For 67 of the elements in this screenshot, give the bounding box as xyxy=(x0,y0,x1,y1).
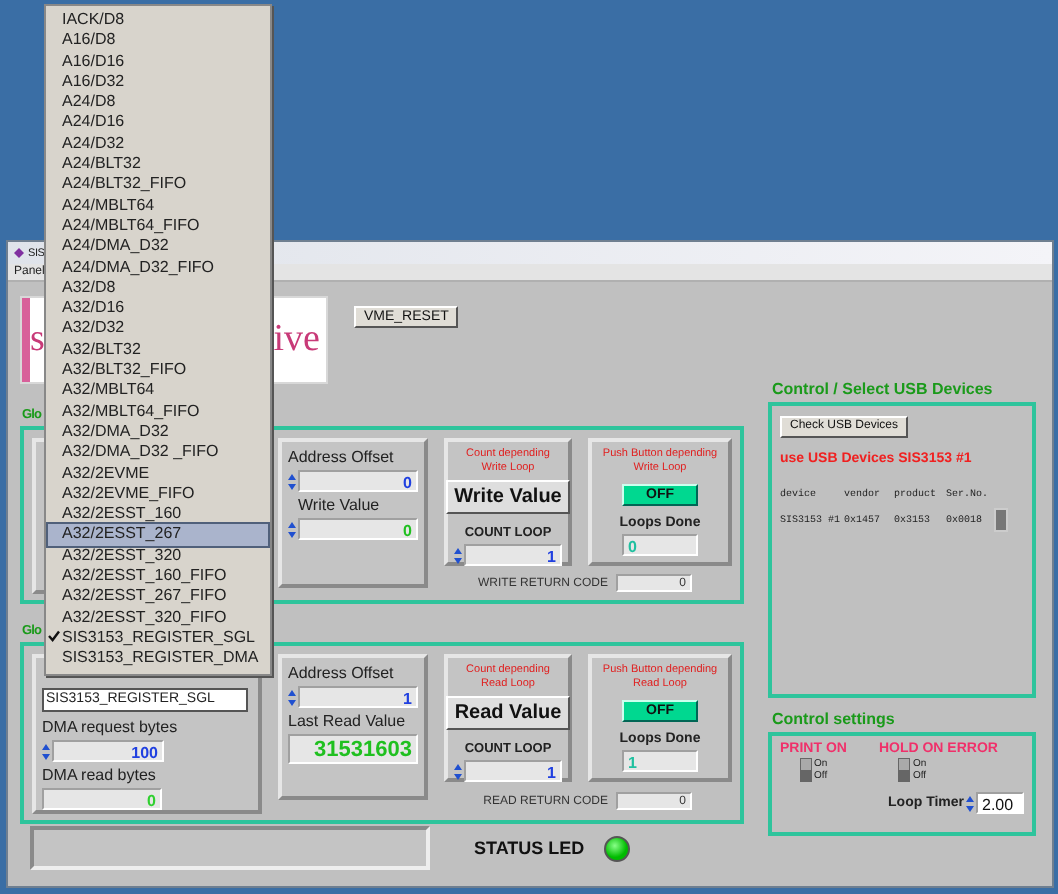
field-label: Address Offset xyxy=(288,448,394,466)
menu-option[interactable]: A32/2ESST_267_FIFO xyxy=(48,586,268,608)
menu-option[interactable]: A32/D16 xyxy=(48,298,268,319)
menu-option[interactable]: A24/BLT32_FIFO xyxy=(48,174,268,196)
numeric-field[interactable]: 1 xyxy=(464,760,562,782)
field-label: DMA read bytes xyxy=(42,766,156,784)
menu-option[interactable]: A32/D8 xyxy=(48,277,268,299)
menu-option[interactable]: A24/DMA_D32 xyxy=(48,236,268,258)
menu-option[interactable]: SIS3153_REGISTER_SGL xyxy=(48,627,268,649)
numeric-field[interactable]: 100 xyxy=(52,740,164,762)
spinner-arrows-icon[interactable] xyxy=(42,741,50,761)
menu-option[interactable]: A24/MBLT64_FIFO xyxy=(48,215,268,237)
menu-option[interactable]: A16/D8 xyxy=(48,30,268,52)
group-title: Control settings xyxy=(772,710,895,728)
field-label: Write Value xyxy=(298,496,380,514)
menu-option[interactable]: A32/MBLT64 xyxy=(48,380,268,402)
logo-text: s xyxy=(30,316,45,364)
toggle-switch[interactable] xyxy=(898,758,911,782)
numeric-field: 0 xyxy=(622,534,698,556)
numeric-field: 1 xyxy=(622,750,698,772)
menu-option[interactable]: IACK/D8 xyxy=(48,10,268,31)
menu-option[interactable]: A32/2ESST_320 xyxy=(48,545,268,567)
menu-option[interactable]: A32/BLT32_FIFO xyxy=(48,360,268,381)
action-button[interactable]: Write Value xyxy=(446,480,570,514)
numeric-field[interactable]: 1 xyxy=(298,686,418,708)
menu-option[interactable]: SIS3153_REGISTER_DMA xyxy=(48,648,268,669)
menu-option[interactable]: A32/2ESST_320_FIFO xyxy=(48,607,268,628)
spinner-arrows-icon[interactable] xyxy=(288,519,296,539)
spinner-arrows-icon[interactable] xyxy=(288,687,296,707)
menu-option[interactable]: A16/D16 xyxy=(48,51,268,72)
spinner-arrows-icon[interactable] xyxy=(454,761,462,781)
action-button[interactable]: Read Value xyxy=(446,696,570,730)
spinner-arrows-icon[interactable] xyxy=(966,793,974,813)
checkmark-icon xyxy=(48,629,60,642)
menu-option[interactable]: A24/BLT32 xyxy=(48,154,268,175)
field-label: Last Read Value xyxy=(288,712,406,730)
scrollbar-icon[interactable] xyxy=(994,508,1008,532)
numeric-field[interactable]: 1 xyxy=(464,544,562,566)
menu-option[interactable]: A32/2ESST_160 xyxy=(48,504,268,525)
led-label: STATUS LED xyxy=(474,838,585,858)
value-display: 31531603 xyxy=(288,734,418,764)
menu-option[interactable]: A16/D32 xyxy=(48,71,268,93)
app-icon xyxy=(14,248,24,258)
menu-option[interactable]: A32/MBLT64_FIFO xyxy=(48,401,268,422)
spinner-arrows-icon[interactable] xyxy=(288,471,296,491)
menu-option[interactable]: A32/D32 xyxy=(48,318,268,340)
menu-option[interactable]: A32/BLT32 xyxy=(48,339,268,361)
logo-text: ive xyxy=(273,316,320,364)
menu-option[interactable]: A32/DMA_D32 _FIFO xyxy=(48,442,268,464)
field-label: DMA request bytes xyxy=(42,718,178,736)
menu-option[interactable]: A32/2ESST_160_FIFO xyxy=(48,566,268,587)
menu-option[interactable]: A24/D8 xyxy=(48,92,268,113)
toggle-switch[interactable] xyxy=(800,758,812,782)
menu-option[interactable]: A32/2EVME_FIFO xyxy=(48,483,268,505)
field-label: Address Offset xyxy=(288,664,394,682)
numeric-field: 0 xyxy=(42,788,162,810)
menu-option[interactable]: A24/MBLT64 xyxy=(48,195,268,216)
spinner-arrows-icon[interactable] xyxy=(454,545,462,565)
menu-option[interactable]: A32/DMA_D32 xyxy=(48,421,268,443)
menu-option[interactable]: A32/2ESST_267 xyxy=(48,524,268,546)
menu-option[interactable]: A24/D16 xyxy=(48,112,268,134)
menu-option[interactable]: A24/DMA_D32_FIFO xyxy=(48,257,268,278)
group-title: Control / Select USB Devices xyxy=(772,380,993,398)
numeric-field[interactable]: 2.00 xyxy=(976,792,1024,814)
menu-option[interactable]: A24/D32 xyxy=(48,133,268,155)
menu-option[interactable]: A32/2EVME xyxy=(48,463,268,484)
numeric-field[interactable]: 0 xyxy=(298,470,418,492)
